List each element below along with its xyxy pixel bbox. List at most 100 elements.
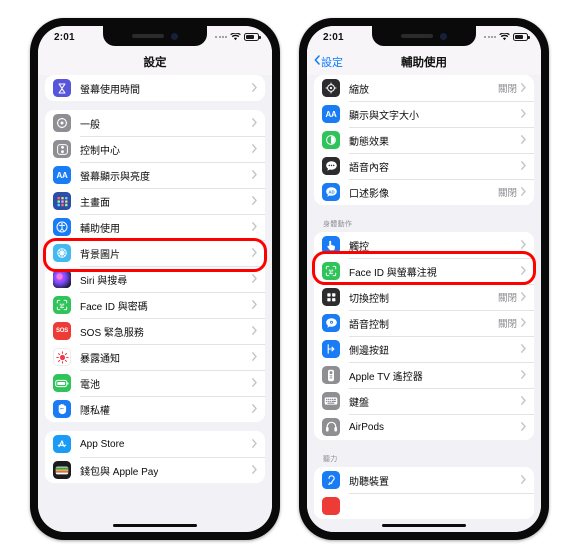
face-id-attention-icon [322,262,340,280]
settings-row-label: 輔助使用 [80,223,120,235]
wallet-icon [53,461,71,479]
accessibility-row-sound-recognition[interactable] [314,493,534,519]
section-header-hearing: 聽力 [323,456,338,463]
settings-row-siri-search[interactable]: Siri 與搜尋 [45,266,265,292]
chevron-right-icon [252,140,257,158]
settings-row-screen-time[interactable]: 螢幕使用時間 [45,75,265,101]
motion-icon [322,131,340,149]
chevron-right-icon [252,192,257,210]
chevron-right-icon [252,244,257,262]
screenshot-stage: 2:01 設定 螢幕使用時間 一般 控制中心 AA 螢幕顯示與亮度 主畫面 輔助… [0,0,568,555]
settings-group-system: 一般 控制中心 AA 螢幕顯示與亮度 主畫面 輔助使用 背景圖片 Siri 與搜… [45,110,265,422]
display-brightness-icon: AA [53,166,71,184]
accessibility-row-label: 口述影像 [349,188,389,200]
accessibility-row-hearing-devices[interactable]: 助聽裝置 [314,467,534,493]
accessibility-row-apple-tv-remote[interactable]: Apple TV 遙控器 [314,362,534,388]
settings-list[interactable]: 螢幕使用時間 一般 控制中心 AA 螢幕顯示與亮度 主畫面 輔助使用 背景圖片 … [38,75,272,532]
nav-bar: 設定 輔助使用 [307,48,541,75]
settings-row-home-screen[interactable]: 主畫面 [45,188,265,214]
accessibility-row-label: 側邊按鈕 [349,345,389,357]
chevron-right-icon [521,105,526,123]
settings-row-label: 電池 [80,379,100,391]
chevron-right-icon [252,79,257,97]
wifi-icon [230,33,241,41]
chevron-right-icon [521,79,526,97]
accessibility-row-value: 關閉 [497,188,517,199]
status-time: 2:01 [323,31,344,43]
accessibility-row-value: 關閉 [497,319,517,330]
settings-row-wallpaper[interactable]: 背景圖片 [45,240,265,266]
accessibility-group-physical-motor: 觸控 Face ID 與螢幕注視 切換控制 關閉 語音控制 關閉 側邊按鈕 Ap… [314,232,534,440]
notch [372,26,476,46]
nav-bar: 設定 [38,48,272,75]
battery-icon [513,33,530,41]
iphone-settings-frame: 2:01 設定 螢幕使用時間 一般 控制中心 AA 螢幕顯示與亮度 主畫面 輔助… [30,18,280,540]
accessibility-row-display-text-size[interactable]: AA 顯示與文字大小 [314,101,534,127]
settings-row-label: 錢包與 Apple Pay [80,466,159,478]
svg-text:AD: AD [328,189,334,194]
app-store-icon [53,435,71,453]
accessibility-group-hearing: 助聽裝置 [314,467,534,519]
chevron-right-icon [521,471,526,489]
chevron-right-icon [521,262,526,280]
settings-row-battery[interactable]: 電池 [45,370,265,396]
accessibility-row-value: 關閉 [497,293,517,304]
settings-row-label: 螢幕使用時間 [80,84,140,96]
accessibility-row-label: 動態效果 [349,136,389,148]
voice-control-icon [322,314,340,332]
accessibility-row-airpods[interactable]: AirPods [314,414,534,440]
settings-row-general[interactable]: 一般 [45,110,265,136]
settings-row-face-id-passcode[interactable]: Face ID 與密碼 [45,292,265,318]
accessibility-row-side-button[interactable]: 側邊按鈕 [314,336,534,362]
wifi-icon [499,33,510,41]
settings-row-label: 一般 [80,119,100,131]
status-time: 2:01 [54,31,75,43]
settings-row-wallet-apple-pay[interactable]: 錢包與 Apple Pay [45,457,265,483]
chevron-right-icon [521,157,526,175]
accessibility-row-touch[interactable]: 觸控 [314,232,534,258]
settings-row-app-store[interactable]: App Store [45,431,265,457]
settings-row-control-center[interactable]: 控制中心 [45,136,265,162]
switch-control-icon [322,288,340,306]
chevron-right-icon [252,114,257,132]
accessibility-row-label: AirPods [349,421,385,433]
settings-row-emergency-sos[interactable]: SOS SOS 緊急服務 [45,318,265,344]
chevron-right-icon [252,218,257,236]
accessibility-row-motion[interactable]: 動態效果 [314,127,534,153]
settings-row-exposure-notifications[interactable]: 暴露通知 [45,344,265,370]
chevron-right-icon [521,340,526,358]
chevron-right-icon [252,166,257,184]
accessibility-row-zoom[interactable]: 縮放 關閉 [314,75,534,101]
accessibility-list[interactable]: 縮放 關閉 AA 顯示與文字大小 動態效果 語音內容 AD 口述影像 關閉 身體… [307,75,541,532]
settings-row-display-brightness[interactable]: AA 螢幕顯示與亮度 [45,162,265,188]
settings-row-privacy[interactable]: 隱私權 [45,396,265,422]
accessibility-row-label: 觸控 [349,241,369,253]
settings-row-accessibility[interactable]: 輔助使用 [45,214,265,240]
chevron-right-icon [252,435,257,453]
accessibility-row-voice-control[interactable]: 語音控制 關閉 [314,310,534,336]
front-camera-icon [171,32,178,40]
touch-icon [322,236,340,254]
sos-icon: SOS [53,322,71,340]
chevron-right-icon [252,322,257,340]
accessibility-row-switch-control[interactable]: 切換控制 關閉 [314,284,534,310]
earpiece-speaker [401,34,433,38]
settings-row-label: App Store [80,438,125,450]
siri-icon [53,270,71,288]
accessibility-row-label: 語音控制 [349,319,389,331]
earpiece-speaker [132,34,164,38]
accessibility-group-vision: 縮放 關閉 AA 顯示與文字大小 動態效果 語音內容 AD 口述影像 關閉 [314,75,534,205]
display-text-size-icon: AA [322,105,340,123]
settings-row-label: Siri 與搜尋 [80,275,128,287]
chevron-right-icon [252,270,257,288]
accessibility-row-spoken-content[interactable]: 語音內容 [314,153,534,179]
accessibility-row-label: 顯示與文字大小 [349,110,419,122]
back-button-label: 設定 [321,56,343,69]
chevron-right-icon [252,348,257,366]
accessibility-row-keyboard[interactable]: 鍵盤 [314,388,534,414]
settings-row-label: 隱私權 [80,405,110,417]
accessibility-row-face-id-attention[interactable]: Face ID 與螢幕注視 [314,258,534,284]
accessibility-row-audio-descriptions[interactable]: AD 口述影像 關閉 [314,179,534,205]
chevron-right-icon [521,418,526,436]
back-button[interactable]: 設定 [314,54,343,70]
